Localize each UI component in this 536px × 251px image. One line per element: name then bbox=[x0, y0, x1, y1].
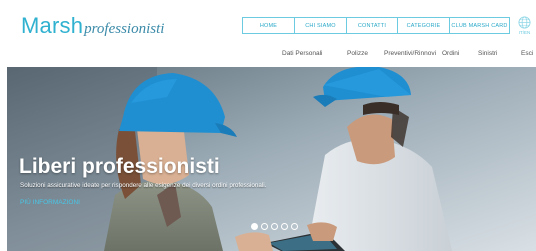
hero-title: Liberi professionisti bbox=[19, 155, 220, 178]
nav-home[interactable]: HOME bbox=[243, 18, 295, 33]
subnav-ordini[interactable]: Ordini bbox=[442, 50, 459, 57]
subnav-sinistri[interactable]: Sinistri bbox=[478, 50, 498, 57]
carousel-dot[interactable] bbox=[281, 223, 288, 230]
globe-icon bbox=[518, 16, 531, 29]
carousel-dot[interactable] bbox=[291, 223, 298, 230]
subnav-esci[interactable]: Esci bbox=[521, 50, 533, 57]
carousel-dot[interactable] bbox=[271, 223, 278, 230]
nav-club-marsh-card[interactable]: CLUB MARSH CARD bbox=[450, 18, 509, 33]
nav-contatti[interactable]: CONTATTI bbox=[347, 18, 398, 33]
carousel-indicators bbox=[251, 223, 298, 230]
carousel-dot[interactable] bbox=[261, 223, 268, 230]
site-header: Marshprofessionisti HOME CHI SIAMO CONTA… bbox=[0, 0, 536, 67]
brand-tagline: professionisti bbox=[84, 21, 165, 37]
more-info-link[interactable]: PIÙ INFORMAZIONI bbox=[20, 199, 80, 206]
brand-name: Marsh bbox=[21, 13, 84, 38]
language-label: IT/EN bbox=[518, 30, 531, 35]
carousel-dot[interactable] bbox=[251, 223, 258, 230]
brand-logo[interactable]: Marshprofessionisti bbox=[21, 13, 164, 39]
nav-chi-siamo[interactable]: CHI SIAMO bbox=[295, 18, 347, 33]
language-switch[interactable]: IT/EN bbox=[517, 16, 532, 37]
subnav-dati-personali[interactable]: Dati Personali bbox=[282, 50, 322, 57]
subnav-polizze[interactable]: Polizze bbox=[347, 50, 368, 57]
top-navigation: HOME CHI SIAMO CONTATTI CATEGORIE CLUB M… bbox=[242, 17, 510, 34]
hero-description: Soluzioni assicurative ideate per rispon… bbox=[20, 182, 267, 189]
hero-banner: Liberi professionisti Soluzioni assicura… bbox=[7, 67, 536, 251]
nav-categorie[interactable]: CATEGORIE bbox=[398, 18, 450, 33]
subnav-preventivi-rinnovi[interactable]: Preventivi/Rinnovi bbox=[384, 50, 436, 57]
